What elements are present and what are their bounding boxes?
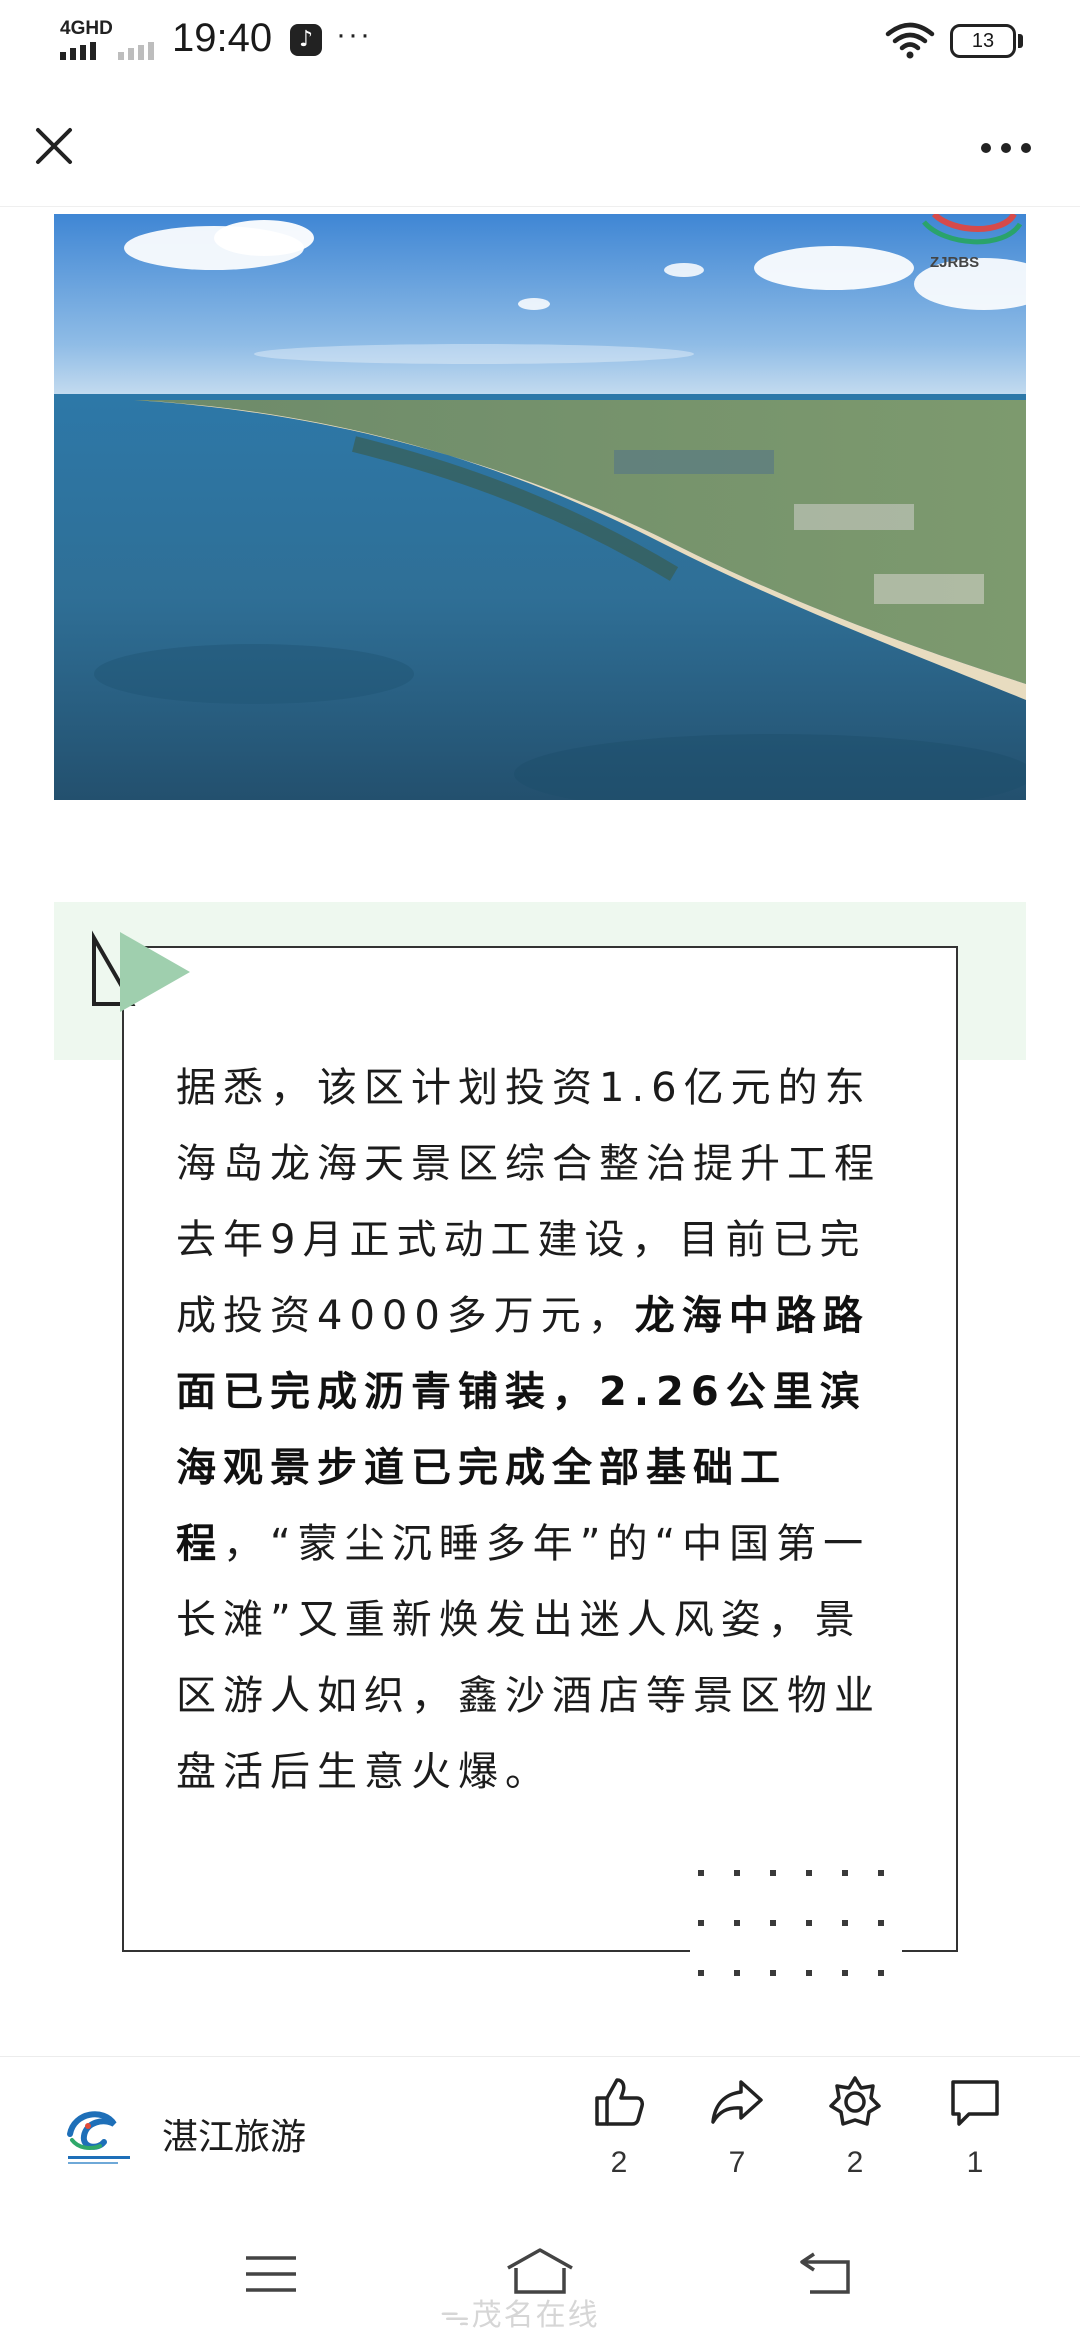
share-button[interactable]: 7 bbox=[692, 2074, 782, 2180]
dot-grid-decoration bbox=[698, 1870, 884, 1976]
system-home-icon[interactable] bbox=[504, 2246, 576, 2296]
article-text-part2: ，“蒙尘沉睡多年”的“中国第一长滩”又重新焕发出迷人风姿，景区游人如织，鑫沙酒店… bbox=[176, 1521, 881, 1795]
system-back-icon[interactable] bbox=[798, 2250, 852, 2296]
share-icon bbox=[711, 2080, 763, 2124]
bottom-bar-divider bbox=[0, 2056, 1080, 2057]
photo-watermark: ZJRBS bbox=[930, 254, 980, 271]
tiktok-notification-icon: ♪ bbox=[290, 24, 322, 56]
favorite-button[interactable]: 2 bbox=[810, 2074, 900, 2180]
like-count: 2 bbox=[610, 2146, 628, 2179]
thumbs-up-icon bbox=[595, 2078, 644, 2126]
clock: 19:40 bbox=[172, 16, 273, 60]
more-notifications-indicator: ··· bbox=[336, 18, 372, 51]
more-horizontal-icon[interactable] bbox=[976, 124, 1036, 164]
comment-button[interactable]: 1 bbox=[930, 2074, 1020, 2180]
signal-strength-sim2-icon bbox=[118, 42, 154, 60]
comment-count: 1 bbox=[966, 2146, 984, 2179]
like-button[interactable]: 2 bbox=[574, 2074, 664, 2180]
header-divider bbox=[0, 206, 1080, 207]
comment-icon bbox=[951, 2080, 999, 2126]
corner-triangle-decoration bbox=[92, 930, 190, 1012]
article-photo-coastline bbox=[54, 214, 1026, 800]
share-count: 7 bbox=[728, 2146, 746, 2179]
battery-tip bbox=[1018, 34, 1023, 48]
network-type: 4GHD bbox=[60, 18, 113, 39]
favorite-count: 2 bbox=[846, 2146, 864, 2179]
battery-indicator: 13 bbox=[950, 24, 1016, 58]
article-body-text: 据悉，该区计划投资1.6亿元的东海岛龙海天景区综合整治提升工程去年9月正式动工建… bbox=[176, 1050, 906, 1810]
close-icon[interactable] bbox=[28, 120, 80, 172]
account-name[interactable]: 湛江旅游 bbox=[162, 2108, 306, 2160]
favorite-icon bbox=[829, 2076, 881, 2126]
system-menu-icon[interactable] bbox=[244, 2254, 298, 2294]
signal-strength-icon bbox=[60, 42, 96, 60]
site-watermark: ᯓ茂名在线 bbox=[440, 2299, 600, 2332]
account-avatar-logo[interactable] bbox=[64, 2104, 134, 2168]
wifi-icon bbox=[885, 22, 935, 59]
